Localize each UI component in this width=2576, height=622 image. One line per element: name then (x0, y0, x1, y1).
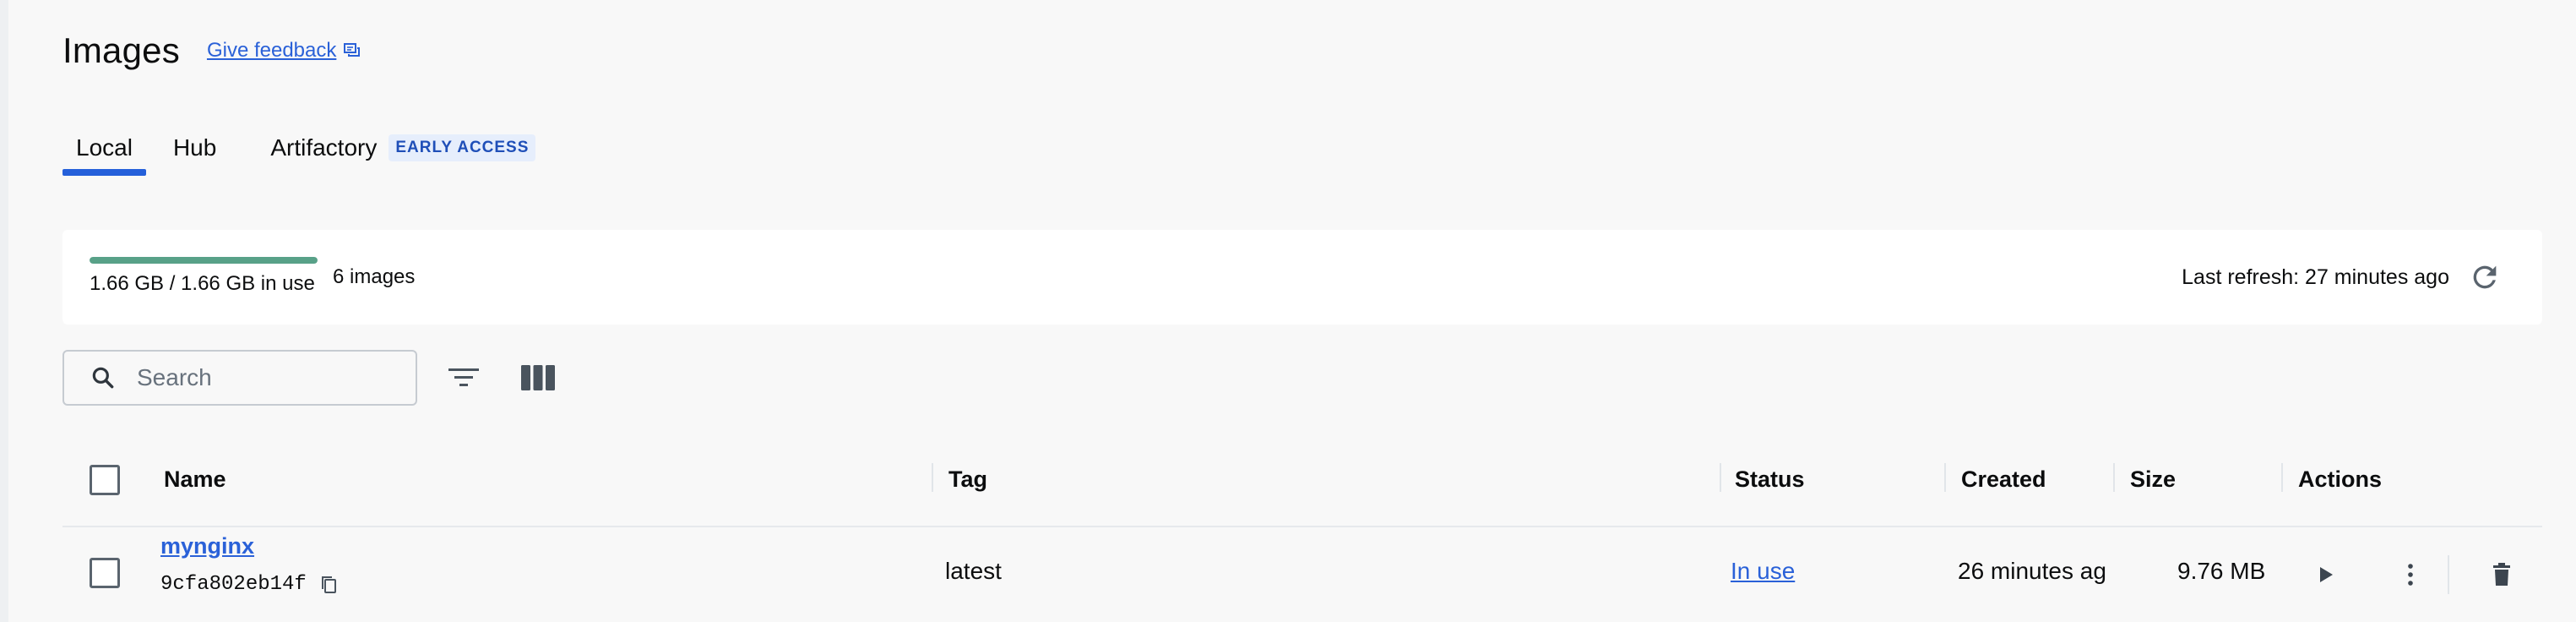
disk-usage-text: 1.66 GB / 1.66 GB in use (90, 272, 315, 295)
image-id: 9cfa802eb14f (160, 573, 307, 596)
run-button[interactable] (2309, 558, 2343, 592)
column-header-tag[interactable]: Tag (948, 453, 987, 526)
columns-button[interactable] (520, 363, 556, 392)
search-box[interactable] (62, 350, 417, 406)
page-title: Images (62, 30, 180, 70)
images-table: Name Tag Status Created Size Actions myn… (62, 453, 2542, 620)
row-checkbox[interactable] (90, 558, 120, 588)
trash-icon (2493, 563, 2510, 586)
select-all-checkbox[interactable] (90, 465, 120, 495)
left-panel-edge (0, 0, 8, 622)
copy-id-button[interactable] (320, 575, 339, 595)
tab-hub[interactable]: Hub (160, 127, 230, 176)
refresh-icon[interactable] (2468, 260, 2502, 298)
images-count: 6 images (333, 265, 416, 288)
column-header-size[interactable]: Size (2130, 453, 2176, 526)
more-vertical-icon (2408, 564, 2413, 586)
columns-icon (521, 365, 555, 390)
column-divider[interactable] (2281, 463, 2283, 492)
filter-button[interactable] (448, 365, 480, 390)
column-header-created[interactable]: Created (1961, 453, 2046, 526)
delete-button[interactable] (2485, 558, 2519, 592)
more-actions-button[interactable] (2394, 558, 2427, 592)
table-row[interactable]: mynginx 9cfa802eb14f latest In use 26 mi… (62, 526, 2542, 620)
disk-usage-bar (90, 257, 318, 264)
search-input[interactable] (137, 364, 390, 391)
table-header: Name Tag Status Created Size Actions (62, 453, 2542, 526)
tab-hub-label: Hub (172, 134, 217, 161)
image-source-tabs: Local Hub Artifactory EARLY ACCESS (62, 127, 549, 177)
action-divider (2448, 555, 2449, 594)
disk-usage-card: 1.66 GB / 1.66 GB in use 6 images Last r… (62, 230, 2542, 325)
filter-icon (448, 368, 479, 386)
early-access-badge: EARLY ACCESS (389, 134, 536, 161)
give-feedback-label: Give feedback (206, 39, 337, 62)
column-divider[interactable] (1944, 463, 1946, 492)
last-refresh-text: Last refresh: 27 minutes ago (2182, 265, 2449, 289)
column-header-name[interactable]: Name (164, 453, 226, 526)
give-feedback-link[interactable]: Give feedback (207, 39, 361, 63)
image-created: 26 minutes ag (1958, 558, 2106, 584)
tab-artifactory-label: Artifactory (270, 134, 378, 161)
image-size: 9.76 MB (2177, 558, 2266, 584)
tab-local[interactable]: Local (62, 127, 146, 176)
play-icon (2320, 567, 2333, 582)
image-toolbar (62, 350, 556, 406)
column-divider[interactable] (2113, 463, 2115, 492)
column-header-actions: Actions (2298, 466, 2383, 492)
tab-artifactory[interactable]: Artifactory EARLY ACCESS (257, 127, 549, 176)
search-icon (92, 367, 114, 389)
image-status-link[interactable]: In use (1731, 558, 1795, 584)
column-divider[interactable] (932, 463, 933, 492)
tab-local-label: Local (76, 134, 133, 161)
column-divider[interactable] (1720, 463, 1721, 492)
image-tag: latest (945, 558, 1002, 584)
page-header: Images Give feedback (62, 25, 361, 76)
disk-usage-bar-fill (90, 257, 318, 264)
column-header-status[interactable]: Status (1735, 453, 1805, 526)
image-name-link[interactable]: mynginx (160, 533, 254, 559)
chat-icon (344, 43, 361, 57)
copy-icon (321, 576, 336, 593)
